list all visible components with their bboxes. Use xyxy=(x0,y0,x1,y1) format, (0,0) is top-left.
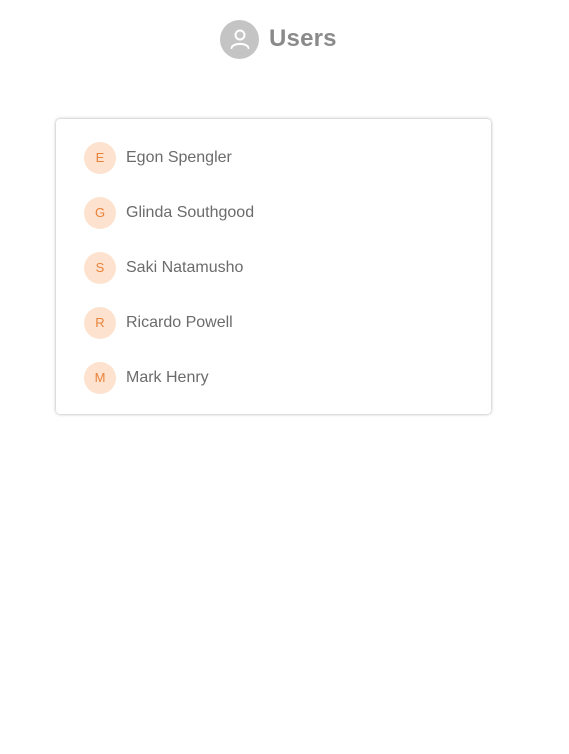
user-name: Egon Spengler xyxy=(126,148,232,166)
user-name: Mark Henry xyxy=(126,368,209,386)
list-item[interactable]: E Egon Spengler xyxy=(56,140,491,175)
page-title: Users xyxy=(269,25,337,52)
avatar: E xyxy=(84,141,116,174)
avatar: S xyxy=(84,251,116,284)
user-icon xyxy=(220,19,259,59)
list-item[interactable]: S Saki Natamusho xyxy=(56,250,491,285)
avatar: G xyxy=(84,196,116,229)
list-item[interactable]: G Glinda Southgood xyxy=(56,195,491,230)
list-item[interactable]: M Mark Henry xyxy=(56,360,491,395)
avatar: M xyxy=(84,361,116,394)
users-card: E Egon Spengler G Glinda Southgood S Sak… xyxy=(56,119,491,414)
user-name: Saki Natamusho xyxy=(126,258,244,276)
avatar: R xyxy=(84,306,116,339)
list-item[interactable]: R Ricardo Powell xyxy=(56,305,491,340)
user-name: Glinda Southgood xyxy=(126,203,255,221)
users-page: Users E Egon Spengler G Glinda Southgood… xyxy=(0,0,569,754)
user-name: Ricardo Powell xyxy=(126,313,233,331)
user-list: E Egon Spengler G Glinda Southgood S Sak… xyxy=(56,140,491,395)
page-header: Users xyxy=(220,18,337,60)
